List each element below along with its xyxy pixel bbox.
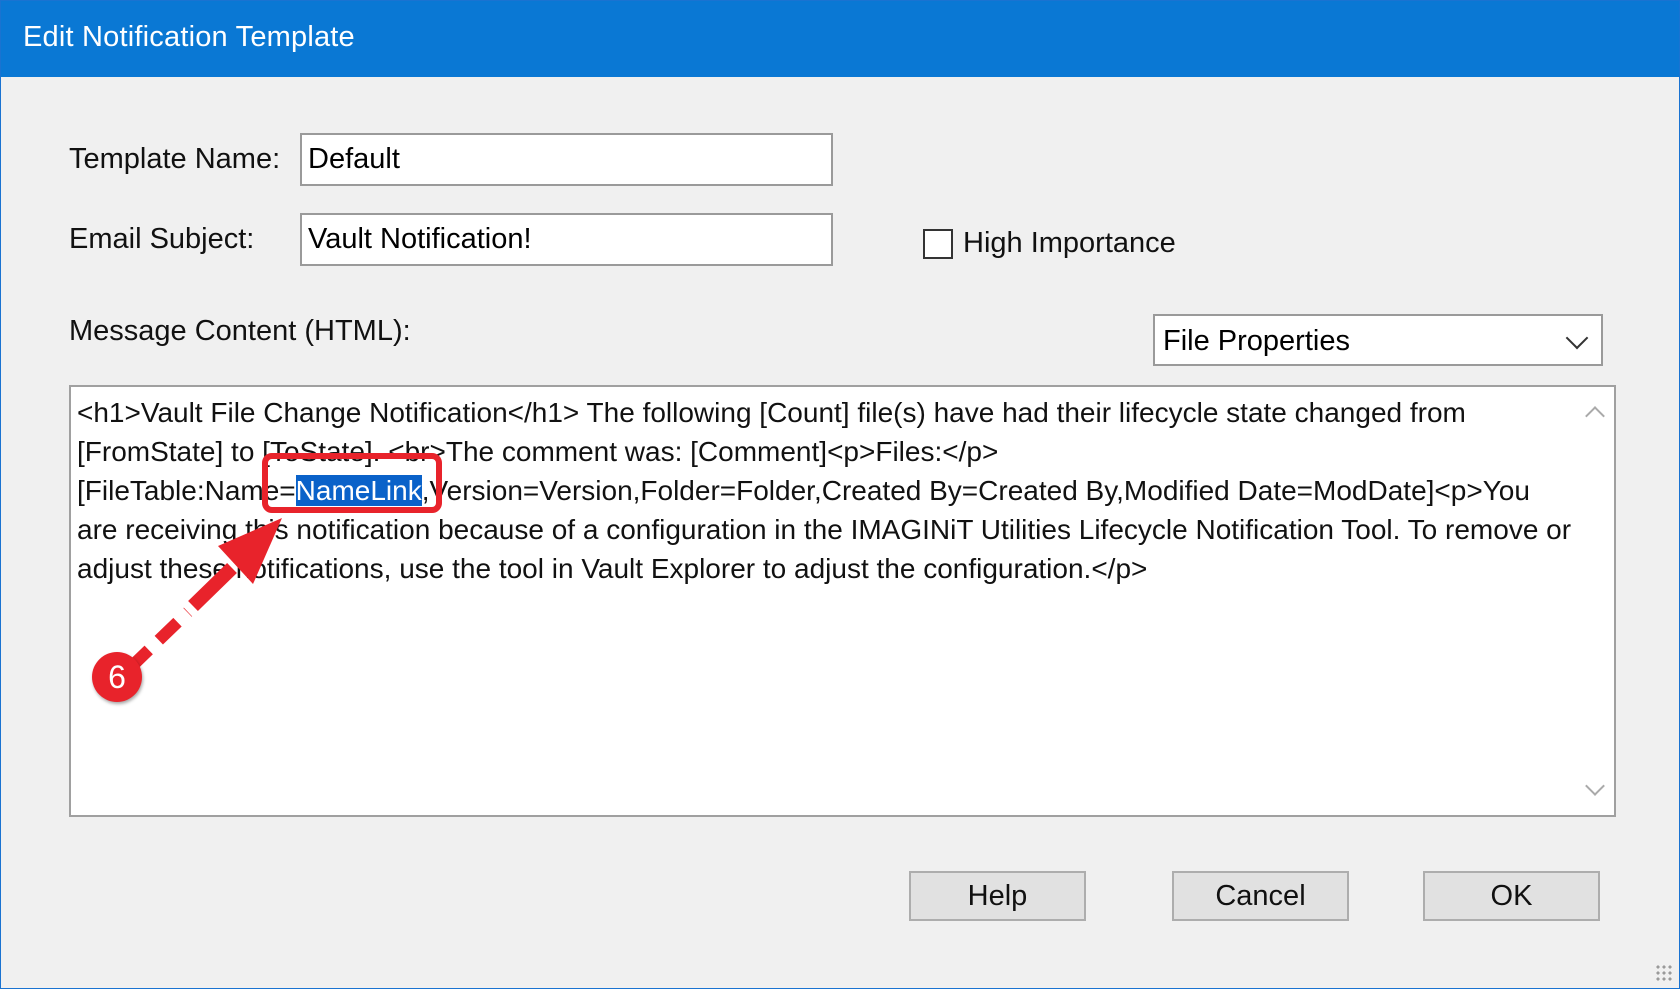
edit-notification-template-dialog: Edit Notification Template Template Name… (0, 0, 1680, 989)
scroll-up-icon[interactable] (1585, 406, 1605, 426)
template-name-label: Template Name: (69, 143, 281, 175)
help-button[interactable]: Help (909, 871, 1086, 921)
message-content-textarea[interactable]: <h1>Vault File Change Notification</h1> … (69, 385, 1616, 817)
ok-button[interactable]: OK (1423, 871, 1600, 921)
email-subject-input[interactable]: Vault Notification! (300, 213, 833, 266)
template-name-input[interactable]: Default (300, 133, 833, 186)
window-title: Edit Notification Template (23, 21, 355, 53)
cancel-button[interactable]: Cancel (1172, 871, 1349, 921)
vertical-scrollbar[interactable] (1574, 387, 1614, 815)
high-importance-label[interactable]: High Importance (963, 227, 1176, 260)
message-content-label: Message Content (HTML): (69, 315, 411, 347)
file-properties-dropdown[interactable]: File Properties (1153, 314, 1603, 366)
dropdown-selected-value: File Properties (1163, 325, 1350, 357)
chevron-down-icon[interactable] (1565, 326, 1589, 350)
resize-grip-icon[interactable] (1655, 964, 1673, 982)
title-bar: Edit Notification Template (1, 1, 1679, 77)
high-importance-checkbox[interactable] (923, 229, 953, 259)
step-number-badge: 6 (92, 652, 142, 702)
scroll-down-icon[interactable] (1585, 776, 1605, 796)
callout-highlight-box (262, 453, 442, 513)
email-subject-label: Email Subject: (69, 223, 255, 255)
